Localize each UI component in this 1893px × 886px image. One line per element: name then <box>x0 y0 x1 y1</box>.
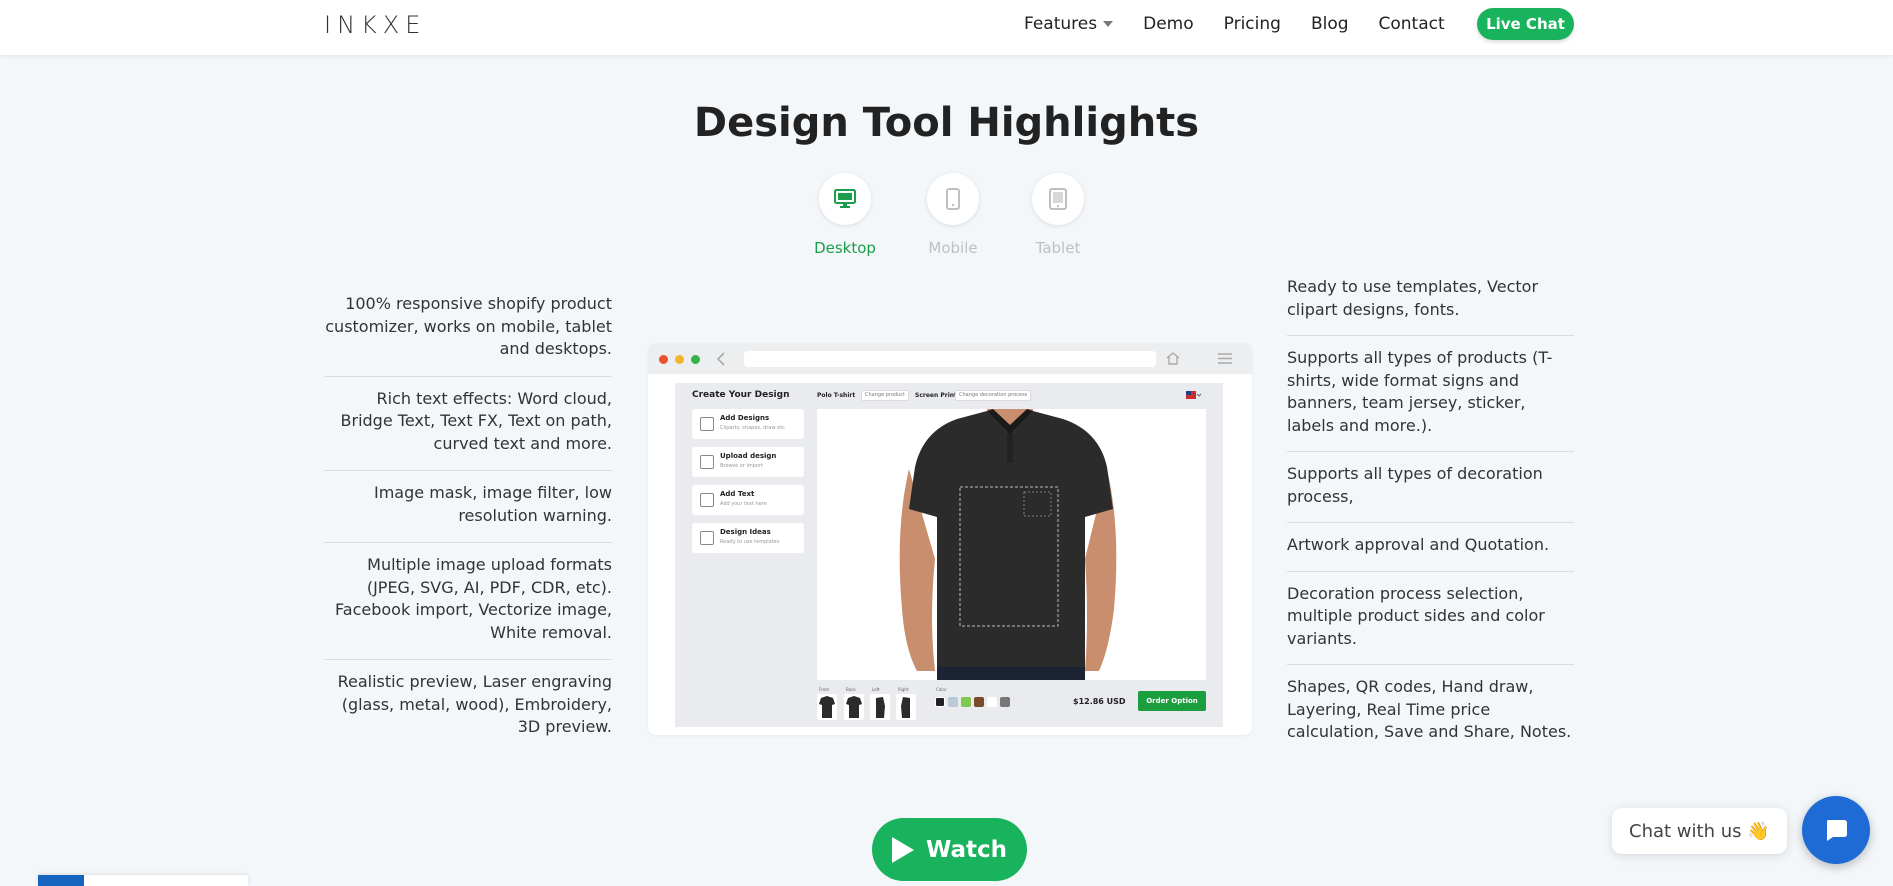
desktop-circle <box>819 173 871 225</box>
card-sub: Cliparts, shapes, draw etc <box>720 425 785 431</box>
tab-mobile-label: Mobile <box>928 239 978 257</box>
text-icon <box>700 493 714 507</box>
side-thumb-back[interactable] <box>844 694 864 720</box>
section-title: Design Tool Highlights <box>693 100 1200 146</box>
feature-item: Ready to use templates, Vector clipart d… <box>1287 269 1574 336</box>
change-product-button[interactable]: Change product <box>861 390 909 401</box>
order-option-button[interactable]: Order Option <box>1138 691 1206 711</box>
url-bar <box>744 351 1156 367</box>
side-thumb-right[interactable] <box>896 694 916 720</box>
chat-bubble[interactable]: Chat with us 👋 <box>1612 808 1787 854</box>
nav-blog[interactable]: Blog <box>1311 14 1349 34</box>
watch-video-button[interactable]: Watch <box>872 818 1027 881</box>
card-sub: Ready to use templates <box>720 539 780 545</box>
nav-demo[interactable]: Demo <box>1143 14 1194 34</box>
back-icon <box>716 352 725 366</box>
nav-pricing[interactable]: Pricing <box>1224 14 1281 34</box>
tab-tablet[interactable]: Tablet <box>1028 173 1088 257</box>
feature-item: Multiple image upload formats (JPEG, SVG… <box>324 547 612 660</box>
polo-shirt-preview <box>899 409 1117 680</box>
close-dot-icon <box>659 355 668 364</box>
nav-contact[interactable]: Contact <box>1379 14 1445 34</box>
side-label-right: Right <box>898 687 909 692</box>
mobile-icon <box>946 188 960 210</box>
upload-design-card[interactable]: Upload design Browse or import <box>692 447 804 477</box>
card-sub: Add your text here <box>720 501 767 507</box>
tab-desktop-label: Desktop <box>814 239 876 257</box>
card-title: Add Text <box>720 490 755 498</box>
swatch-white[interactable] <box>987 697 997 707</box>
maximize-dot-icon <box>691 355 700 364</box>
bottom-bar <box>38 875 248 886</box>
swatch-brown[interactable] <box>974 697 984 707</box>
clipart-icon <box>700 417 714 431</box>
card-title: Add Designs <box>720 414 770 422</box>
side-thumb-left[interactable] <box>870 694 890 720</box>
tab-mobile[interactable]: Mobile <box>923 173 983 257</box>
swatch-black[interactable] <box>935 697 945 707</box>
design-ideas-card[interactable]: Design Ideas Ready to use templates <box>692 523 804 553</box>
bottom-bar-accent <box>38 875 84 886</box>
feature-item: Image mask, image filter, low resolution… <box>324 475 612 543</box>
side-thumb-front[interactable] <box>817 694 837 720</box>
watch-label: Watch <box>925 836 1008 863</box>
browser-bar <box>648 343 1252 374</box>
feature-item: 100% responsive shopify product customiz… <box>324 286 612 377</box>
feature-item: Shapes, QR codes, Hand draw, Layering, R… <box>1287 677 1572 741</box>
live-chat-button[interactable]: Live Chat <box>1477 8 1574 40</box>
card-title: Upload design <box>720 452 777 460</box>
main-nav: Features Demo Pricing Blog Contact <box>1024 0 1445 48</box>
ideas-icon <box>700 531 714 545</box>
feature-item: Rich text effects: Word cloud, Bridge Te… <box>324 381 612 471</box>
home-icon <box>1166 352 1180 365</box>
menu-icon <box>1218 353 1232 364</box>
flag-icon[interactable] <box>1186 391 1202 400</box>
tablet-circle <box>1032 173 1084 225</box>
tab-desktop[interactable]: Desktop <box>814 173 876 257</box>
feature-item: Supports all types of products (T-shirts… <box>1287 340 1574 452</box>
upload-icon <box>700 455 714 469</box>
design-tool-preview: Create Your Design Add Designs Cliparts,… <box>648 343 1252 735</box>
desktop-icon <box>834 189 856 208</box>
chat-launcher-button[interactable] <box>1802 796 1870 864</box>
app-area: Create Your Design Add Designs Cliparts,… <box>675 383 1223 727</box>
feature-item: Artwork approval and Quotation. <box>1287 527 1574 572</box>
nav-features[interactable]: Features <box>1024 14 1114 34</box>
card-sub: Browse or import <box>720 463 764 469</box>
side-label-back: Back <box>846 687 856 692</box>
left-features: 100% responsive shopify product customiz… <box>324 286 612 758</box>
mobile-circle <box>927 173 979 225</box>
product-name: Polo T-shirt <box>817 392 856 399</box>
sidebar-title: Create Your Design <box>692 390 790 400</box>
color-label: Color <box>936 687 947 692</box>
inkxe-logo[interactable]: INKXE <box>324 11 426 39</box>
side-label-left: Left <box>872 687 880 692</box>
process-name: Screen Print <box>915 392 957 399</box>
tablet-icon <box>1049 188 1067 210</box>
add-text-card[interactable]: Add Text Add your text here <box>692 485 804 515</box>
swatch-lime[interactable] <box>961 697 971 707</box>
price-label: $12.86 USD <box>1073 697 1126 706</box>
feature-item: Supports all types of decoration process… <box>1287 456 1574 523</box>
nav-features-label: Features <box>1024 14 1098 34</box>
chat-icon <box>1827 820 1847 841</box>
site-header: INKXE Features Demo Pricing Blog Contact… <box>0 0 1893 55</box>
caret-down-icon <box>1103 21 1114 27</box>
swatch-grey[interactable] <box>1000 697 1010 707</box>
swatch-light-blue[interactable] <box>948 697 958 707</box>
minimize-dot-icon <box>675 355 684 364</box>
side-label-front: Front <box>819 687 830 692</box>
feature-item: Decoration process selection, multiple p… <box>1287 576 1574 665</box>
tab-tablet-label: Tablet <box>1035 239 1081 257</box>
feature-item: Realistic preview, Laser engraving (glas… <box>337 672 612 736</box>
design-canvas[interactable] <box>817 409 1206 680</box>
right-features: Ready to use templates, Vector clipart d… <box>1287 269 1574 762</box>
add-designs-card[interactable]: Add Designs Cliparts, shapes, draw etc <box>692 409 804 439</box>
card-title: Design Ideas <box>720 528 771 536</box>
change-process-button[interactable]: Change decoration process <box>955 390 1032 401</box>
play-icon <box>891 836 914 863</box>
